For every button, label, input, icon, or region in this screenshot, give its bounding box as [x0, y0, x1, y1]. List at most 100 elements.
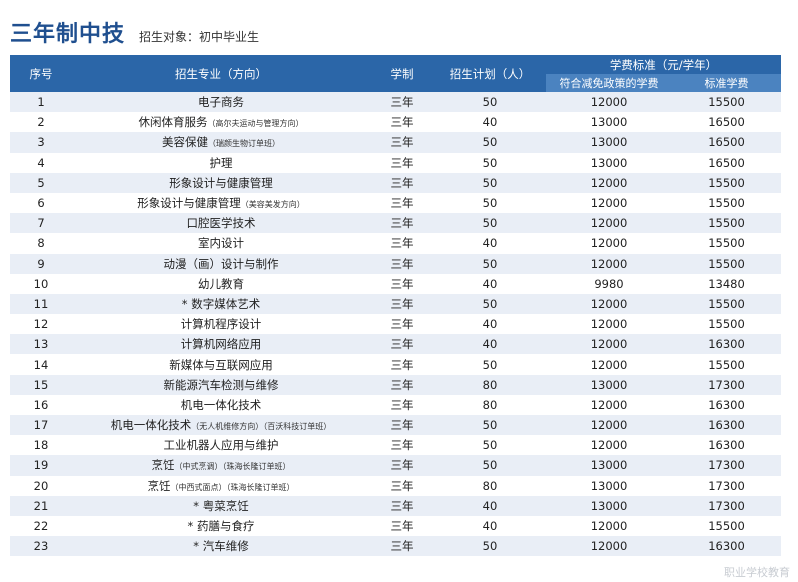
cell-fee-reduced: 12000: [546, 314, 672, 335]
cell-index: 5: [10, 172, 72, 193]
cell-index: 22: [10, 515, 72, 537]
table-row: 22 * 药膳与食疗 三年 40 12000 15500: [10, 515, 781, 537]
table-row: 19 烹饪（中式烹调）（珠海长隆订单班） 三年 50 13000 17300: [10, 455, 781, 476]
cell-fee-reduced: 12000: [546, 435, 672, 456]
cell-index: 12: [10, 314, 72, 335]
cell-plan: 40: [434, 233, 546, 254]
cell-duration: 三年: [370, 354, 434, 375]
table-row: 12 计算机程序设计 三年 40 12000 15500: [10, 314, 781, 335]
cell-fee-standard: 16500: [672, 132, 781, 153]
major-name: * 药膳与食疗: [187, 519, 255, 534]
major-note: （无人机维修方向）（百沃科技订单班）: [191, 422, 332, 432]
major-name: 烹饪: [147, 478, 171, 493]
cell-duration: 三年: [370, 112, 434, 133]
cell-fee-reduced: 12000: [546, 354, 672, 375]
cell-index: 13: [10, 334, 72, 355]
cell-duration: 三年: [370, 293, 434, 315]
major-name: 幼儿教育: [198, 276, 244, 291]
cell-duration: 三年: [370, 192, 434, 214]
cell-plan: 40: [434, 314, 546, 335]
cell-fee-standard: 15500: [672, 293, 781, 315]
cell-index: 3: [10, 132, 72, 153]
cell-fee-reduced: 13000: [546, 495, 672, 516]
header-fee-reduced: 符合减免政策的学费: [546, 74, 672, 92]
major-name: 形象设计与健康管理: [169, 175, 273, 190]
cell-fee-standard: 17300: [672, 475, 781, 496]
cell-major: 幼儿教育: [72, 273, 370, 294]
table-row: 15 新能源汽车检测与维修 三年 80 13000 17300: [10, 374, 781, 395]
cell-major: 计算机网络应用: [72, 334, 370, 355]
cell-major: 护理: [72, 152, 370, 173]
cell-major: 动漫（画）设计与制作: [72, 253, 370, 274]
table-row: 5 形象设计与健康管理 三年 50 12000 15500: [10, 172, 781, 193]
cell-major: * 粤菜烹饪: [72, 495, 370, 516]
major-name: 烹饪: [151, 458, 175, 473]
cell-plan: 40: [434, 515, 546, 537]
cell-index: 8: [10, 233, 72, 254]
cell-fee-reduced: 12000: [546, 233, 672, 254]
major-name: 计算机程序设计: [180, 317, 262, 332]
major-name: 计算机网络应用: [180, 337, 262, 352]
major-name: * 数字媒体艺术: [181, 296, 261, 311]
cell-index: 23: [10, 536, 72, 557]
cell-fee-reduced: 12000: [546, 172, 672, 193]
major-name: 室内设计: [198, 236, 244, 251]
cell-plan: 50: [434, 92, 546, 113]
major-name: 电子商务: [198, 95, 244, 110]
major-note: （高尔夫运动与管理方向）: [207, 119, 304, 129]
major-name: 休闲体育服务: [138, 115, 208, 130]
cell-major: 口腔医学技术: [72, 213, 370, 234]
cell-index: 19: [10, 455, 72, 476]
cell-duration: 三年: [370, 475, 434, 496]
cell-fee-reduced: 13000: [546, 455, 672, 476]
cell-fee-reduced: 12000: [546, 92, 672, 113]
cell-plan: 50: [434, 132, 546, 153]
page-title: 三年制中技: [10, 22, 126, 47]
cell-major: 休闲体育服务（高尔夫运动与管理方向）: [72, 112, 370, 133]
cell-fee-reduced: 12000: [546, 213, 672, 234]
cell-fee-reduced: 12000: [546, 253, 672, 274]
cell-duration: 三年: [370, 253, 434, 274]
cell-fee-standard: 16300: [672, 435, 781, 456]
cell-index: 6: [10, 192, 72, 214]
cell-major: * 汽车维修: [72, 536, 370, 557]
watermark: 职业学校教育: [724, 566, 790, 579]
cell-plan: 50: [434, 293, 546, 315]
cell-plan: 50: [434, 354, 546, 375]
cell-plan: 50: [434, 536, 546, 557]
cell-fee-standard: 16500: [672, 112, 781, 133]
major-name: 动漫（画）设计与制作: [163, 256, 279, 271]
cell-major: * 数字媒体艺术: [72, 293, 370, 315]
cell-major: 机电一体化技术: [72, 394, 370, 415]
cell-plan: 40: [434, 273, 546, 294]
cell-index: 21: [10, 495, 72, 516]
cell-major: 烹饪（中西式面点）（珠海长隆订单班）: [72, 475, 370, 496]
cell-index: 17: [10, 415, 72, 436]
table-row: 13 计算机网络应用 三年 40 12000 16300: [10, 334, 781, 355]
table-row: 11 * 数字媒体艺术 三年 50 12000 15500: [10, 293, 781, 315]
cell-plan: 50: [434, 152, 546, 173]
cell-fee-standard: 15500: [672, 213, 781, 234]
table-row: 16 机电一体化技术 三年 80 12000 16300: [10, 394, 781, 415]
cell-duration: 三年: [370, 515, 434, 537]
cell-duration: 三年: [370, 495, 434, 516]
cell-major: 电子商务: [72, 92, 370, 113]
cell-major: 形象设计与健康管理（美容美发方向）: [72, 192, 370, 214]
table-row: 9 动漫（画）设计与制作 三年 50 12000 15500: [10, 253, 781, 274]
table-row: 20 烹饪（中西式面点）（珠海长隆订单班） 三年 80 13000 17300: [10, 475, 781, 496]
cell-fee-reduced: 9980: [546, 273, 672, 294]
header-fee-standard: 标准学费: [672, 74, 781, 92]
cell-duration: 三年: [370, 394, 434, 415]
major-name: 新能源汽车检测与维修: [163, 377, 279, 392]
cell-fee-standard: 17300: [672, 455, 781, 476]
cell-fee-reduced: 13000: [546, 112, 672, 133]
cell-fee-reduced: 12000: [546, 515, 672, 537]
enrollment-table: 序号 招生专业（方向） 学制 招生计划（人） 学费标准（元/学年） 符合减免政策…: [10, 55, 781, 557]
cell-plan: 80: [434, 374, 546, 395]
cell-index: 11: [10, 293, 72, 315]
cell-major: 工业机器人应用与维护: [72, 435, 370, 456]
cell-plan: 50: [434, 172, 546, 193]
cell-fee-standard: 16300: [672, 334, 781, 355]
table-row: 17 机电一体化技术（无人机维修方向）（百沃科技订单班） 三年 50 12000 1630…: [10, 415, 781, 436]
cell-fee-standard: 15500: [672, 314, 781, 335]
